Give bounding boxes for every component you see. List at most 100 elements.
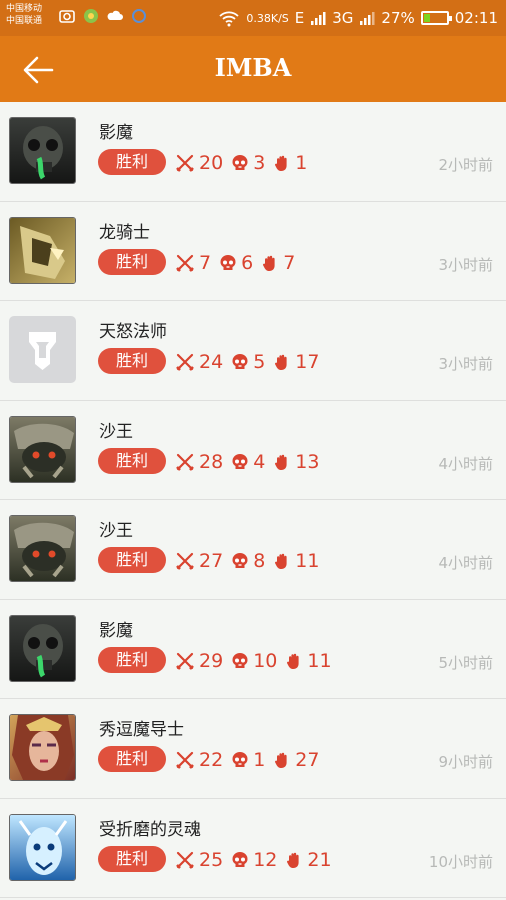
kills-stat: 27	[175, 550, 223, 572]
kills-value: 29	[199, 649, 224, 672]
signal-2-icon	[360, 12, 375, 25]
deaths-stat: 12	[231, 849, 277, 871]
deaths-skull-icon	[232, 155, 248, 170]
assists-stat: 11	[285, 650, 332, 672]
assists-stat: 11	[273, 550, 319, 572]
status-indicators: 0.38K/S E 3G 27% 02:11	[218, 5, 498, 31]
match-list: 影魔 胜利 20 3 1 2小时前 龙骑士 胜利 7 6 7 3小时前 天怒法师 胜利 24 5 17 3小时前沙…	[0, 102, 506, 898]
battery-icon	[420, 11, 452, 25]
deaths-value: 5	[253, 351, 266, 373]
assists-stat: 21	[285, 848, 332, 871]
win-badge: 胜利	[98, 845, 166, 872]
kills-stat: 20	[175, 152, 223, 174]
match-row[interactable]: 沙王 胜利 28 4 13 4小时前	[0, 400, 506, 500]
deaths-skull-icon	[232, 453, 248, 469]
match-row[interactable]: 龙骑士 胜利 7 6 7 3小时前	[0, 201, 506, 301]
match-row[interactable]: 影魔 胜利 29 10 11 5小时前	[0, 599, 506, 699]
assists-stat: 27	[273, 749, 319, 771]
hero-name: 影魔	[99, 620, 133, 641]
match-row[interactable]: 秀逗魔导士 胜利 22 1 27 9小时前	[0, 699, 506, 799]
app-notification-icon	[84, 9, 98, 23]
win-badge: 胜利	[98, 746, 166, 772]
sync-icon	[132, 9, 146, 23]
match-row[interactable]: 天怒法师 胜利 24 5 17 3小时前	[0, 301, 506, 401]
hero-avatar	[9, 216, 76, 284]
kills-icon	[176, 254, 194, 272]
assists-value: 7	[283, 251, 296, 274]
deaths-stat: 10	[231, 650, 277, 672]
kills-stat: 29	[175, 650, 223, 672]
hero-name: 影魔	[99, 123, 133, 143]
kda-stats: 22 1 27	[175, 747, 327, 773]
carrier-info: 中国移动 中国联通	[6, 3, 42, 27]
kills-icon	[176, 851, 194, 869]
kills-icon	[176, 453, 194, 471]
assists-stat: 13	[273, 451, 319, 473]
match-time: 4小时前	[438, 554, 493, 572]
app-bar: IMBA	[0, 36, 506, 102]
match-row[interactable]: 沙王 胜利 27 8 11 4小时前	[0, 500, 506, 600]
clock: 02:11	[454, 9, 498, 27]
deaths-skull-icon	[232, 752, 248, 767]
kills-icon	[176, 154, 194, 172]
assists-value: 13	[295, 450, 320, 473]
signal-1-icon	[311, 12, 326, 25]
deaths-stat: 3	[231, 152, 265, 174]
deaths-value: 4	[253, 450, 266, 473]
assists-value: 11	[295, 550, 320, 572]
assists-hand-icon	[275, 155, 287, 171]
match-time: 4小时前	[438, 454, 493, 473]
win-badge: 胜利	[98, 547, 166, 573]
network-type-2: 3G	[332, 9, 354, 27]
assists-value: 1	[295, 152, 308, 174]
kda-stats: 20 3 1	[175, 150, 315, 176]
match-time: 3小时前	[438, 255, 493, 274]
network-type-1: E	[294, 9, 305, 27]
kills-value: 24	[199, 351, 224, 373]
assists-hand-icon	[275, 454, 287, 470]
match-time: 10小时前	[428, 852, 493, 871]
hero-name: 受折磨的灵魂	[99, 819, 201, 840]
match-row[interactable]: 受折磨的灵魂胜利 25 12 21 10小时前	[0, 798, 506, 898]
cloud-icon	[107, 10, 123, 20]
win-badge: 胜利	[98, 248, 166, 275]
deaths-stat: 1	[231, 749, 265, 771]
assists-value: 27	[295, 749, 320, 771]
hero-avatar	[9, 714, 76, 781]
assists-stat: 17	[273, 351, 319, 373]
kills-stat: 7	[175, 252, 211, 274]
carrier-2: 中国联通	[6, 16, 43, 26]
deaths-stat: 8	[231, 550, 265, 572]
kills-stat: 28	[175, 451, 223, 473]
win-badge: 胜利	[98, 348, 166, 374]
kda-stats: 28 4 13	[175, 449, 327, 475]
assists-value: 17	[295, 351, 320, 373]
kills-value: 28	[199, 450, 224, 473]
assists-hand-icon	[275, 354, 287, 370]
deaths-skull-icon	[220, 254, 236, 270]
deaths-value: 12	[253, 848, 278, 871]
match-row[interactable]: 影魔 胜利 20 3 1 2小时前	[0, 102, 506, 202]
win-badge: 胜利	[98, 447, 166, 474]
deaths-value: 8	[253, 550, 266, 572]
kills-stat: 24	[175, 351, 223, 373]
notification-icons	[58, 7, 148, 25]
hero-avatar	[9, 415, 76, 483]
battery-level	[423, 14, 431, 22]
kills-value: 25	[199, 848, 224, 871]
assists-hand-icon	[263, 255, 275, 271]
assists-hand-icon	[287, 852, 299, 868]
deaths-value: 1	[253, 749, 266, 771]
match-time: 3小时前	[438, 355, 493, 373]
kda-stats: 27 8 11	[175, 548, 327, 574]
assists-value: 21	[307, 848, 332, 871]
win-badge: 胜利	[98, 646, 166, 673]
network-speed: 0.38K/S	[246, 11, 289, 25]
wifi-icon	[219, 11, 239, 27]
kills-stat: 22	[175, 749, 223, 771]
kills-value: 20	[199, 152, 224, 174]
deaths-skull-icon	[232, 851, 248, 867]
kills-icon	[176, 552, 194, 570]
deaths-skull-icon	[232, 553, 248, 568]
deaths-stat: 5	[231, 351, 265, 373]
